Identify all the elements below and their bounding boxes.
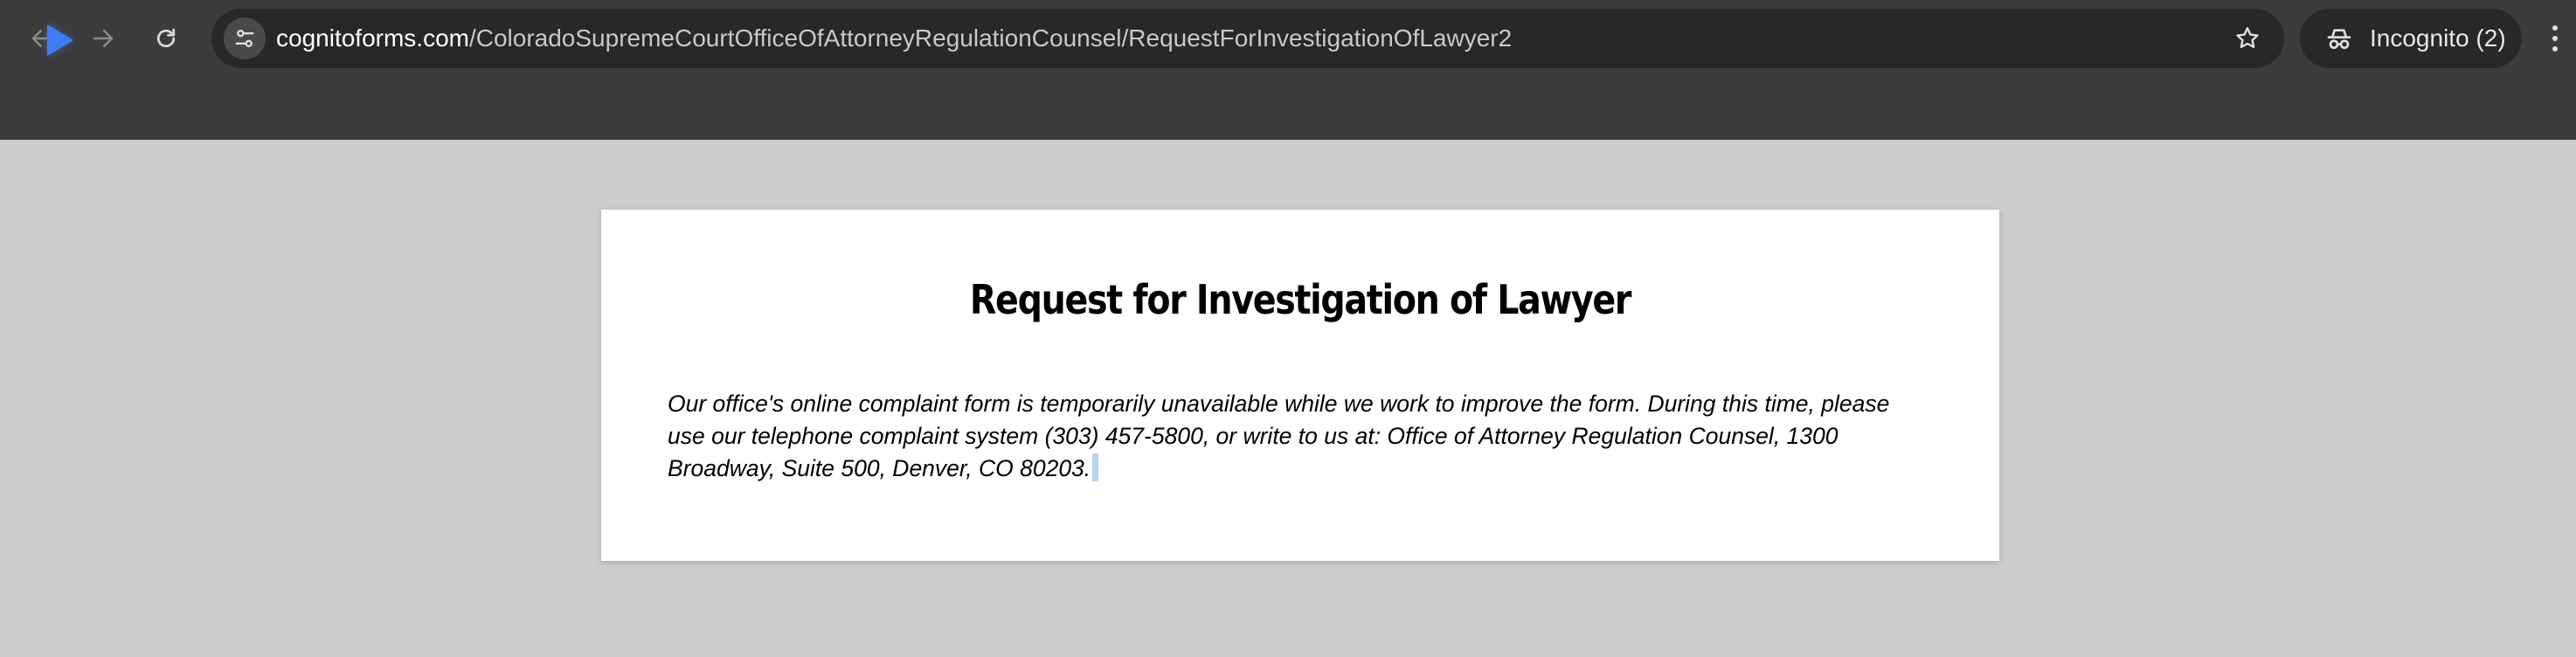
- url-text[interactable]: cognitoforms.com/ColoradoSupremeCourtOff…: [276, 9, 1512, 68]
- reload-icon: [156, 28, 176, 48]
- message-text: Our office's online complaint form is te…: [668, 391, 1890, 481]
- incognito-label: Incognito (2): [2370, 24, 2506, 52]
- site-info-button[interactable]: [224, 17, 266, 59]
- address-bar[interactable]: cognitoforms.com/ColoradoSupremeCourtOff…: [211, 9, 2284, 68]
- browser-toolbar: cognitoforms.com/ColoradoSupremeCourtOff…: [0, 0, 2576, 140]
- forward-button[interactable]: [77, 12, 129, 65]
- reload-button[interactable]: [140, 12, 192, 65]
- bookmark-button[interactable]: [2226, 17, 2268, 59]
- unavailable-message: Our office's online complaint form is te…: [668, 388, 1926, 485]
- more-vert-icon: [2552, 25, 2558, 52]
- arrow-right-icon: [93, 30, 114, 47]
- url-domain: cognitoforms.com: [276, 24, 469, 52]
- page-title: Request for Investigation of Lawyer: [969, 276, 1632, 323]
- mouse-cursor: [47, 24, 73, 56]
- incognito-icon: [2324, 24, 2354, 53]
- incognito-indicator[interactable]: Incognito (2): [2300, 9, 2522, 68]
- form-card: Request for Investigation of Lawyer Our …: [601, 210, 1999, 561]
- browser-menu-button[interactable]: [2538, 12, 2573, 65]
- star-icon: [2236, 27, 2259, 49]
- text-selection-highlight: [1092, 453, 1099, 481]
- url-path: /ColoradoSupremeCourtOfficeOfAttorneyReg…: [468, 24, 1513, 52]
- tune-icon: [235, 29, 254, 48]
